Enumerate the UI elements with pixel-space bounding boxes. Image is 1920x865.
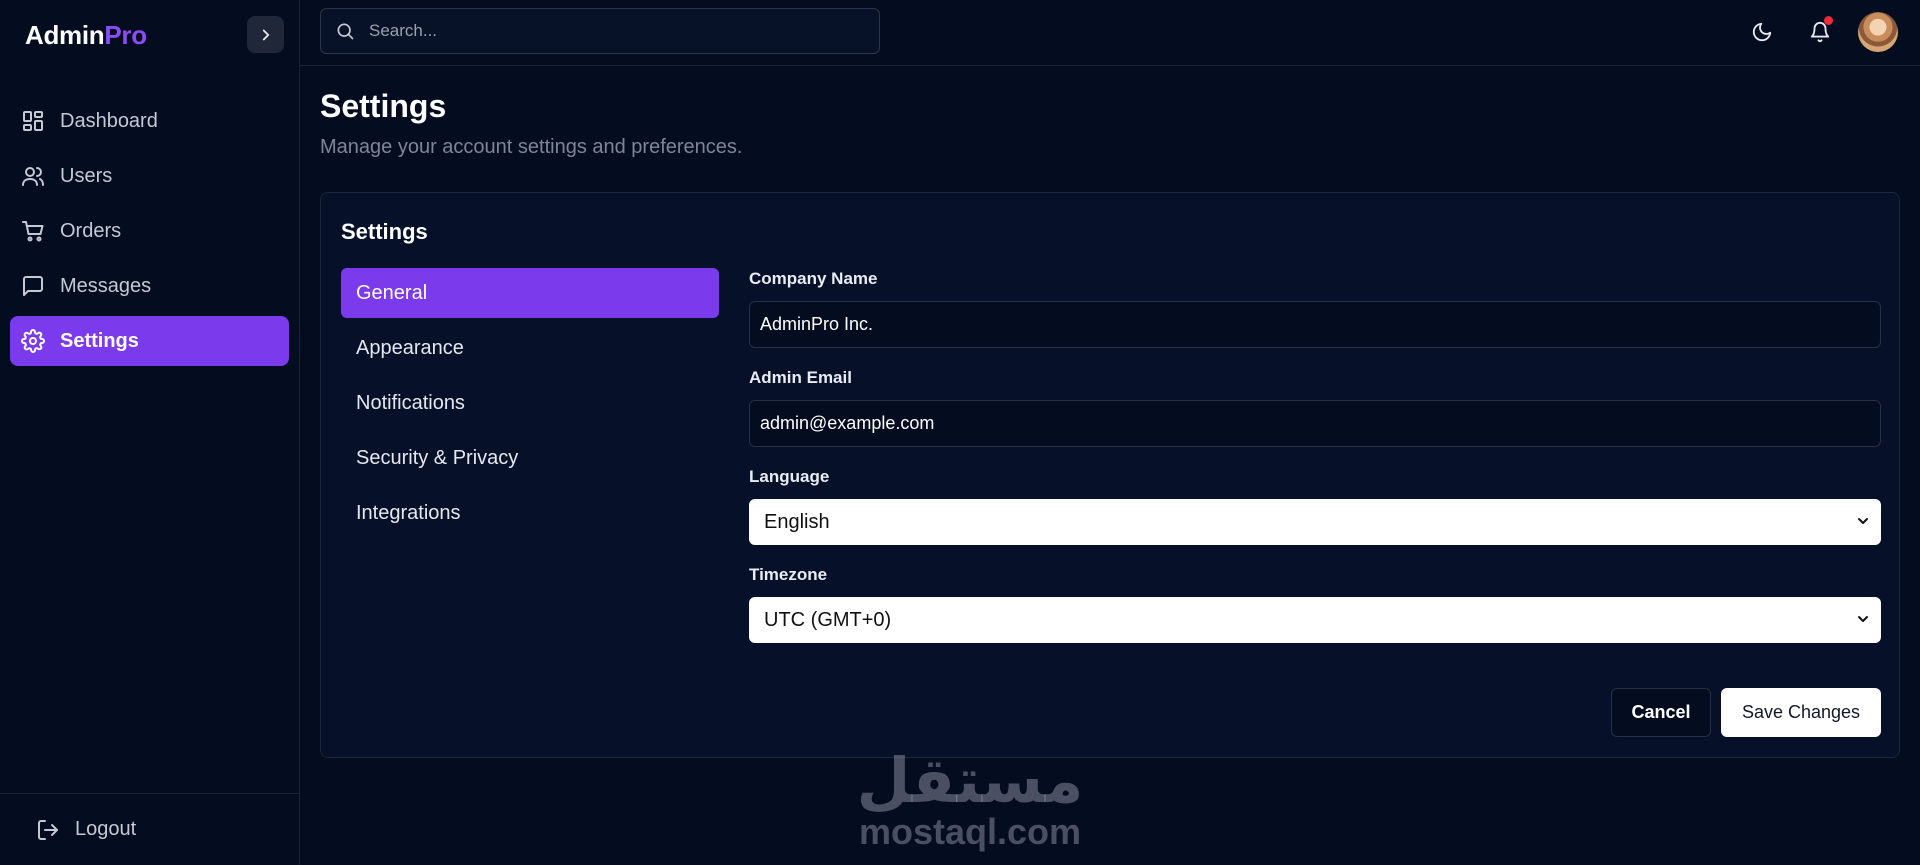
search-input[interactable] xyxy=(369,21,849,41)
settings-card: Settings General Appearance Notification… xyxy=(320,192,1900,758)
avatar[interactable] xyxy=(1858,12,1898,52)
timezone-selected-value: UTC (GMT+0) xyxy=(764,608,892,631)
main-content: Settings Manage your account settings an… xyxy=(300,0,1920,865)
tab-integrations[interactable]: Integrations xyxy=(341,488,719,538)
message-icon xyxy=(20,273,46,299)
general-settings-form: Company Name Admin Email Language Englis… xyxy=(749,269,1881,663)
page-title: Settings xyxy=(320,88,447,124)
logout-button[interactable]: Logout xyxy=(0,793,299,865)
chevron-right-icon xyxy=(262,29,269,40)
cart-icon xyxy=(20,218,46,244)
sidebar-item-label: Orders xyxy=(60,219,122,242)
language-select[interactable]: English xyxy=(749,499,1881,545)
company-name-input[interactable] xyxy=(749,301,1881,348)
sidebar-item-label: Users xyxy=(60,164,113,187)
tab-security-privacy[interactable]: Security & Privacy xyxy=(341,433,719,483)
page-subtitle: Manage your account settings and prefere… xyxy=(320,136,743,158)
tab-appearance[interactable]: Appearance xyxy=(341,323,719,373)
sidebar-nav: Dashboard Users Orders Messages Settings xyxy=(10,96,289,371)
watermark: مستقل mostaql.com xyxy=(820,750,1120,852)
notifications-button[interactable] xyxy=(1800,12,1840,52)
sidebar-item-label: Dashboard xyxy=(60,109,158,132)
sidebar-item-users[interactable]: Users xyxy=(10,151,289,201)
cancel-button[interactable]: Cancel xyxy=(1611,688,1711,737)
logout-label: Logout xyxy=(75,818,137,840)
timezone-field-group: Timezone UTC (GMT+0) xyxy=(749,565,1881,643)
sidebar-item-messages[interactable]: Messages xyxy=(10,261,289,311)
users-icon xyxy=(20,163,46,189)
search-icon xyxy=(335,20,357,42)
admin-email-label: Admin Email xyxy=(749,368,852,387)
sidebar-item-label: Settings xyxy=(60,329,139,352)
search-bar[interactable] xyxy=(320,8,880,54)
admin-email-field-group: Admin Email xyxy=(749,368,1881,447)
language-selected-value: English xyxy=(764,510,830,533)
sidebar-item-orders[interactable]: Orders xyxy=(10,206,289,256)
language-field-group: Language English xyxy=(749,467,1881,545)
timezone-select[interactable]: UTC (GMT+0) xyxy=(749,597,1881,643)
logout-icon xyxy=(35,817,61,843)
topbar-actions xyxy=(1724,12,1898,52)
brand-name-part2: Pro xyxy=(104,20,147,50)
company-name-field-group: Company Name xyxy=(749,269,1881,348)
moon-icon xyxy=(1752,22,1772,42)
sidebar: AdminPro Dashboard Users Orders Messages… xyxy=(0,0,300,865)
theme-toggle-button[interactable] xyxy=(1742,12,1782,52)
save-changes-button[interactable]: Save Changes xyxy=(1721,688,1881,737)
timezone-label: Timezone xyxy=(749,565,828,584)
topbar xyxy=(300,0,1920,66)
gear-icon xyxy=(20,328,46,354)
admin-email-input[interactable] xyxy=(749,400,1881,447)
tab-notifications[interactable]: Notifications xyxy=(341,378,719,428)
brand-name-part1: Admin xyxy=(25,20,105,50)
sidebar-item-settings[interactable]: Settings xyxy=(10,316,289,366)
brand-logo[interactable]: AdminPro xyxy=(25,20,147,51)
watermark-arabic: مستقل xyxy=(856,744,1084,817)
watermark-latin: mostaql.com xyxy=(858,811,1082,852)
sidebar-toggle-button[interactable] xyxy=(247,16,284,53)
sidebar-item-dashboard[interactable]: Dashboard xyxy=(10,96,289,146)
sidebar-item-label: Messages xyxy=(60,274,152,297)
chevron-down-icon xyxy=(1858,616,1868,622)
company-name-label: Company Name xyxy=(749,269,878,288)
app-root: AdminPro Dashboard Users Orders Messages… xyxy=(0,0,1920,865)
settings-tabs: General Appearance Notifications Securit… xyxy=(341,268,719,543)
language-label: Language xyxy=(749,467,830,486)
dashboard-icon xyxy=(20,108,46,134)
tab-general[interactable]: General xyxy=(341,268,719,318)
chevron-down-icon xyxy=(1858,518,1868,524)
card-title: Settings xyxy=(341,219,428,244)
notification-badge xyxy=(1824,16,1833,25)
form-actions: Cancel Save Changes xyxy=(1611,688,1881,737)
